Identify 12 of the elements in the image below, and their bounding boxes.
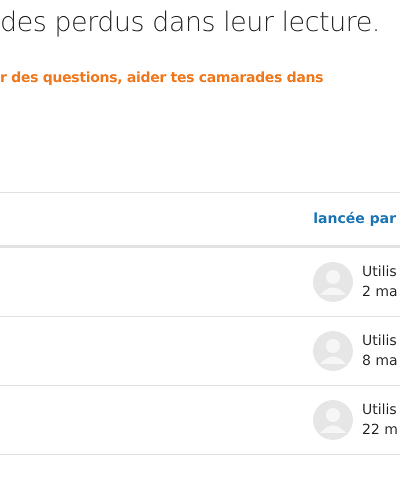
post-date: 2 ma — [362, 283, 398, 302]
avatar-icon — [313, 400, 353, 440]
avatar-icon — [313, 331, 353, 371]
post-date: 8 ma — [362, 352, 398, 371]
author-name: Utilis — [362, 263, 398, 282]
author-name: Utilis — [362, 332, 398, 351]
column-header[interactable]: lancée par — [313, 211, 396, 227]
intro-text: des perdus dans leur lecture. — [0, 6, 381, 40]
author-name: Utilis — [362, 401, 398, 420]
instruction-text: r des questions, aider tes camarades dans — [0, 70, 324, 86]
avatar-icon — [313, 262, 353, 302]
post-date: 22 m — [362, 421, 398, 440]
